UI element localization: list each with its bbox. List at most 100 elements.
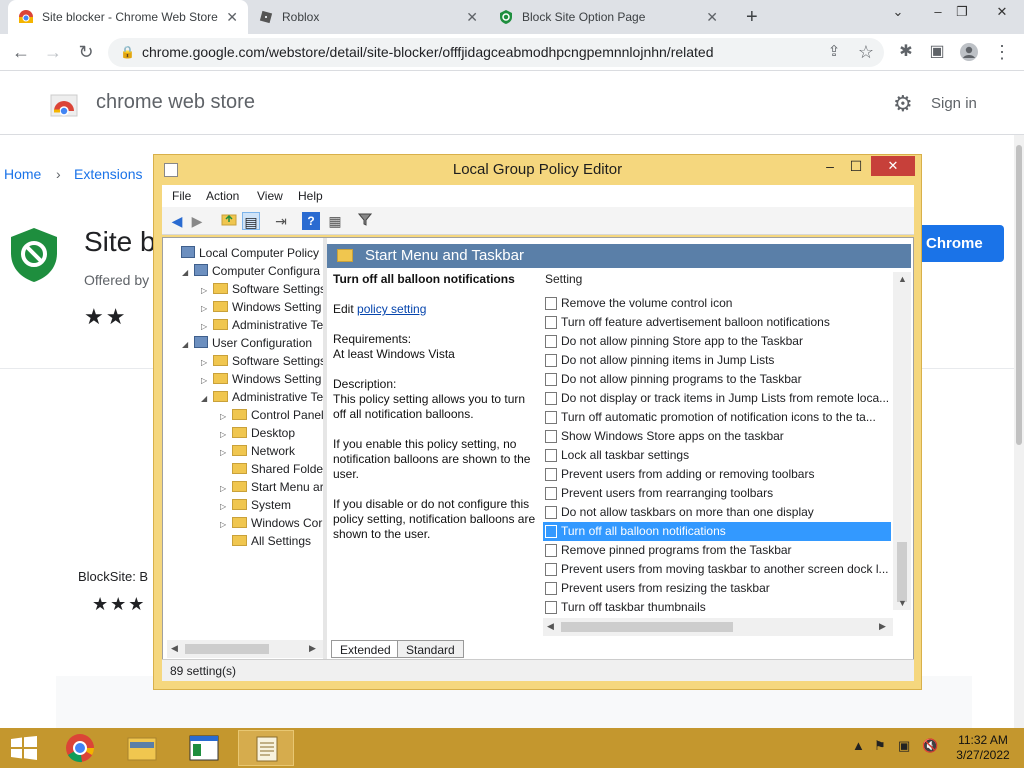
extensions-puzzle-icon[interactable]: ✱	[895, 42, 917, 64]
close-tab-icon[interactable]: ✕	[226, 9, 238, 26]
minimize-icon[interactable]: –	[818, 157, 842, 177]
menu-file[interactable]: File	[172, 189, 191, 203]
setting-row[interactable]: Turn off automatic promotion of notifica…	[543, 408, 891, 427]
network-icon[interactable]: ▣	[898, 738, 910, 754]
system-clock[interactable]: 11:32 AM 3/27/2022	[950, 733, 1016, 763]
setting-row[interactable]: Lock all taskbar settings	[543, 446, 891, 465]
back-arrow-icon[interactable]: ◀	[168, 212, 186, 230]
taskbar-chrome[interactable]	[52, 730, 108, 766]
expand-arrow-icon[interactable]: ◢	[201, 390, 213, 408]
menu-help[interactable]: Help	[298, 189, 323, 203]
show-hidden-icons[interactable]: ▲	[852, 738, 865, 753]
show-hide-tree-icon[interactable]: ▤	[242, 212, 260, 230]
setting-row[interactable]: Turn off feature advertisement balloon n…	[543, 313, 891, 332]
tree-node[interactable]: ◢ Administrative Te	[201, 388, 323, 406]
forward-arrow-icon[interactable]: ▶	[188, 212, 206, 230]
setting-row[interactable]: Turn off taskbar thumbnails	[543, 598, 891, 617]
tree-node[interactable]: ▷ Start Menu ar	[220, 478, 324, 496]
setting-row[interactable]: Do not display or track items in Jump Li…	[543, 389, 891, 408]
back-icon[interactable]: ←	[10, 42, 32, 64]
maximize-icon[interactable]: ☐	[844, 157, 868, 177]
tab-roblox[interactable]: Roblox ✕	[248, 0, 488, 34]
breadcrumb-extensions[interactable]: Extensions	[74, 166, 142, 182]
share-icon[interactable]: ⇪	[823, 42, 845, 64]
related-extension-title[interactable]: BlockSite: B	[78, 569, 148, 584]
settings-scroll-thumb[interactable]	[897, 542, 907, 602]
volume-muted-icon[interactable]: 🔇	[922, 738, 938, 754]
forward-icon[interactable]: →	[42, 42, 64, 64]
tree-node[interactable]: Local Computer Policy	[169, 244, 319, 262]
setting-row[interactable]: Prevent users from resizing the taskbar	[543, 579, 891, 598]
window-title-bar[interactable]: Local Group Policy Editor	[154, 155, 921, 185]
page-scroll-thumb[interactable]	[1016, 145, 1022, 445]
tree-node[interactable]: ▷ Desktop	[220, 424, 295, 442]
profile-avatar-icon[interactable]	[958, 42, 980, 64]
flag-icon[interactable]: ⚑	[874, 738, 886, 754]
tab-block-site-options[interactable]: Block Site Option Page ✕	[488, 0, 728, 34]
tree-node[interactable]: ▷ Control Panel	[220, 406, 324, 424]
sign-in-link[interactable]: Sign in	[931, 95, 977, 112]
setting-row[interactable]: Remove the volume control icon	[543, 294, 891, 313]
tree-node[interactable]: ▷ Windows Setting	[201, 298, 321, 316]
tree-node[interactable]: Shared Folder	[220, 460, 324, 478]
scroll-left-icon[interactable]: ◀	[547, 621, 554, 632]
close-tab-icon[interactable]: ✕	[466, 9, 478, 26]
column-header-setting[interactable]: Setting	[545, 272, 582, 286]
tree-scroll-thumb[interactable]	[185, 644, 269, 654]
chrome-web-store-logo-icon[interactable]	[50, 89, 78, 117]
menu-kebab-icon[interactable]: ⋮	[991, 42, 1013, 64]
setting-row[interactable]: Prevent users from rearranging toolbars	[543, 484, 891, 503]
scroll-right-icon[interactable]: ▶	[309, 643, 316, 654]
bookmark-star-icon[interactable]: ☆	[855, 42, 877, 64]
address-bar[interactable]: 🔒 chrome.google.com/webstore/detail/site…	[108, 38, 884, 67]
close-tab-icon[interactable]: ✕	[706, 9, 718, 26]
help-icon[interactable]: ?	[302, 212, 320, 230]
store-title[interactable]: chrome web store	[96, 91, 255, 114]
menu-action[interactable]: Action	[206, 189, 239, 203]
add-to-chrome-button[interactable]: Chrome	[908, 225, 1004, 262]
gear-icon[interactable]: ⚙	[893, 91, 913, 117]
restore-icon[interactable]: ❐	[944, 0, 980, 28]
taskbar-group-policy-editor[interactable]	[238, 730, 294, 766]
filter-icon[interactable]	[356, 212, 374, 230]
settings-hscroll-thumb[interactable]	[561, 622, 733, 632]
tab-extended[interactable]: Extended	[331, 640, 400, 658]
tree-node[interactable]: ▷ System	[220, 496, 291, 514]
tree-node[interactable]: ▷ Network	[220, 442, 295, 460]
properties-icon[interactable]: ▦	[326, 212, 344, 230]
reload-icon[interactable]: ↻	[75, 42, 97, 64]
setting-row[interactable]: Prevent users from moving taskbar to ano…	[543, 560, 891, 579]
menu-view[interactable]: View	[257, 189, 283, 203]
setting-row[interactable]: Show Windows Store apps on the taskbar	[543, 427, 891, 446]
tree-node[interactable]: ◢ User Configuration	[182, 334, 312, 352]
setting-row[interactable]: Do not allow pinning programs to the Tas…	[543, 370, 891, 389]
breadcrumb-home[interactable]: Home	[4, 166, 41, 182]
expand-arrow-icon[interactable]: ◢	[182, 264, 194, 282]
tab-search-icon[interactable]: ⌄	[880, 0, 916, 28]
setting-row[interactable]: Prevent users from adding or removing to…	[543, 465, 891, 484]
setting-row[interactable]: Do not allow pinning Store app to the Ta…	[543, 332, 891, 351]
export-list-icon[interactable]: ⇥	[272, 212, 290, 230]
page-scrollbar[interactable]	[1014, 135, 1024, 728]
scroll-left-icon[interactable]: ◀	[171, 643, 178, 654]
close-window-icon[interactable]: ✕	[871, 156, 915, 176]
scroll-up-icon[interactable]: ▲	[898, 274, 907, 284]
tree-node[interactable]: All Settings	[220, 532, 311, 550]
setting-row[interactable]: Do not allow taskbars on more than one d…	[543, 503, 891, 522]
tree-node[interactable]: ◢ Computer Configura	[182, 262, 320, 280]
expand-arrow-icon[interactable]: ◢	[182, 336, 194, 354]
setting-row[interactable]: Do not allow pinning items in Jump Lists	[543, 351, 891, 370]
new-tab-button[interactable]: +	[736, 0, 760, 34]
side-panel-icon[interactable]: ▣	[926, 42, 948, 64]
scroll-down-icon[interactable]: ▼	[898, 598, 907, 608]
policy-tree[interactable]: Local Computer Policy ◢ Computer Configura…	[167, 242, 325, 640]
edit-policy-setting-link[interactable]: policy setting	[357, 302, 426, 316]
close-window-icon[interactable]: ✕	[984, 0, 1020, 28]
setting-row[interactable]: Turn off all balloon notifications	[543, 522, 891, 541]
settings-horizontal-scrollbar[interactable]: ◀ ▶	[543, 618, 893, 636]
tab-site-blocker[interactable]: Site blocker - Chrome Web Store ✕	[8, 0, 248, 34]
scroll-right-icon[interactable]: ▶	[879, 621, 886, 632]
tree-node[interactable]: ▷ Administrative Te	[201, 316, 323, 334]
settings-vertical-scrollbar[interactable]: ▲ ▼	[893, 272, 911, 610]
tab-standard[interactable]: Standard	[397, 640, 464, 658]
